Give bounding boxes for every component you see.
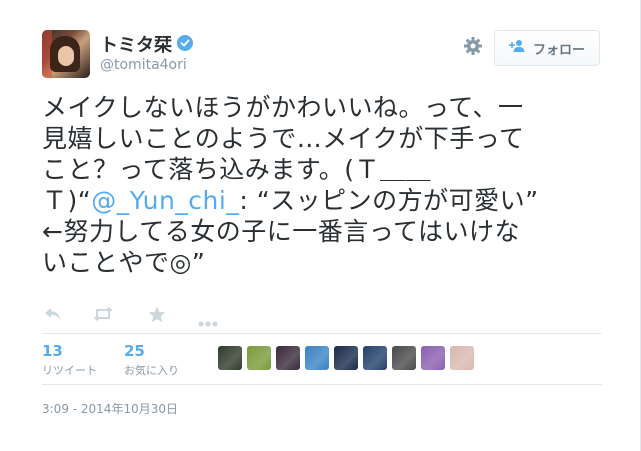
follow-button-label: フォロー [532,42,585,58]
retweet-label[interactable]: リツイート [42,362,97,378]
gear-icon[interactable] [463,36,483,56]
favorite-label[interactable]: お気に入り [124,362,179,378]
favoriter-avatar[interactable] [392,346,416,370]
more-icon[interactable] [198,312,218,331]
favoriter-avatar[interactable] [218,346,242,370]
retweet-count[interactable]: 13 [42,342,63,360]
favoriter-avatar[interactable] [305,346,329,370]
mention-link[interactable]: @_Yun_chi_ [91,186,239,215]
tweet-timestamp[interactable]: 3:09 - 2014年10月30日 [42,400,178,417]
divider-bottom [42,384,602,385]
favorite-count[interactable]: 25 [124,342,145,360]
tweet-text: メイクしないほうがかわいいね。って、一 見嬉しいことのようで…メイクが下手って … [42,92,602,278]
favoriter-avatar[interactable] [247,346,271,370]
add-user-icon [508,39,527,57]
tweet-card: トミタ栞 @tomita4ori フォロー メイクしないほうがかわいいね。って、… [0,0,641,451]
verified-badge-icon [177,35,193,51]
star-icon[interactable] [148,306,166,327]
favoriter-avatar[interactable] [421,346,445,370]
favoriter-avatar[interactable] [334,346,358,370]
divider-top [42,333,602,334]
favoriter-avatar[interactable] [450,346,474,370]
author-avatar[interactable] [42,30,90,78]
author-name[interactable]: トミタ栞 [100,31,172,57]
follow-button[interactable]: フォロー [494,30,600,66]
favoriter-avatar[interactable] [363,346,387,370]
reply-icon[interactable] [44,306,62,326]
retweet-icon[interactable] [92,306,114,326]
author-handle[interactable]: @tomita4ori [100,57,187,73]
favoriter-avatar[interactable] [276,346,300,370]
